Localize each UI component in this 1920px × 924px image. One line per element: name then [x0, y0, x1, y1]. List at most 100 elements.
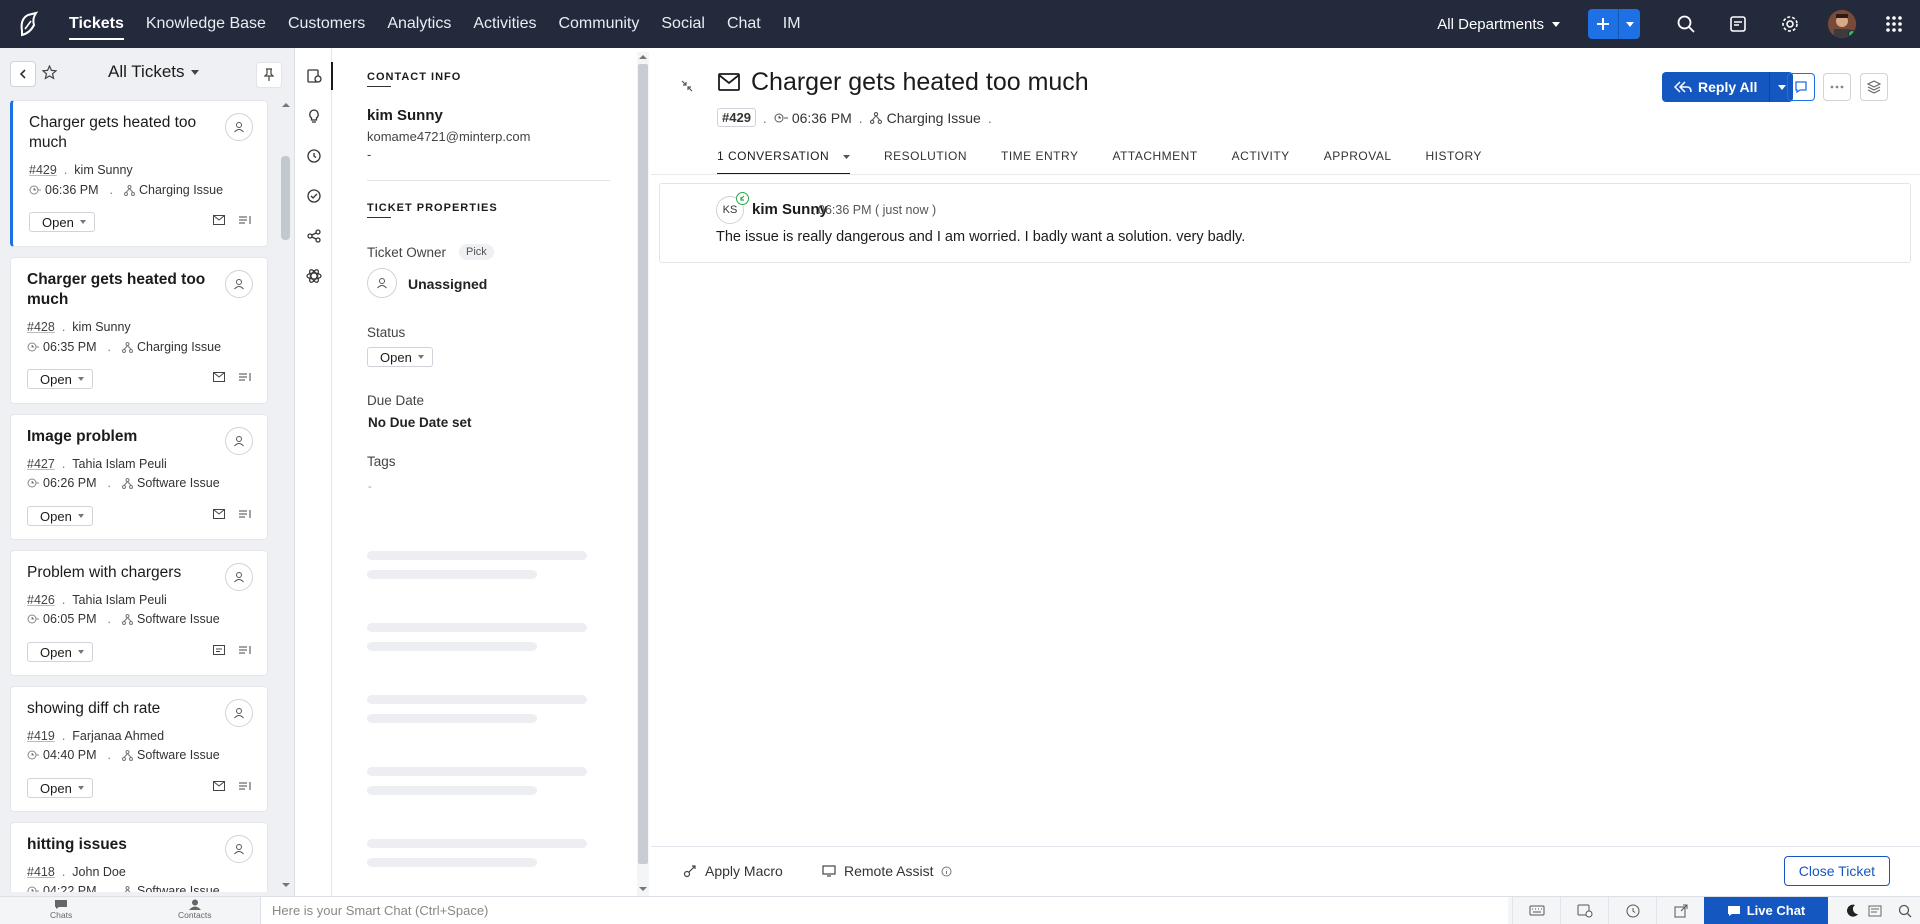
status-dropdown[interactable]: Open	[27, 778, 93, 798]
contact-email[interactable]: komame4721@minterp.com	[367, 129, 530, 144]
ticket-subject[interactable]: hitting issues	[27, 835, 217, 855]
comment-button[interactable]	[1787, 73, 1815, 101]
ticket-properties-header: TICKET PROPERTIES	[367, 202, 498, 214]
status-dropdown[interactable]: Open	[27, 506, 93, 526]
more-actions-button[interactable]	[1823, 73, 1851, 101]
search-shortcut-button[interactable]	[1890, 897, 1920, 924]
thread-author[interactable]: kim Sunny	[752, 201, 828, 218]
ticket-subject[interactable]: Image problem	[27, 427, 217, 447]
settings-button[interactable]	[1764, 0, 1816, 48]
back-button[interactable]	[10, 61, 36, 87]
rail-history[interactable]	[296, 136, 332, 176]
assign-owner-button[interactable]	[225, 113, 253, 141]
ticket-time: 06:36 PM	[791, 109, 852, 126]
nav-tab-community[interactable]: Community	[547, 0, 650, 48]
status-dropdown[interactable]: Open	[27, 642, 93, 662]
ticket-card[interactable]: Charger gets heated too much #429. kim Su…	[10, 100, 268, 247]
ticket-contact[interactable]: Tahia Islam Peuli	[72, 593, 167, 607]
rail-ticket-properties[interactable]	[296, 56, 333, 96]
favorite-view-button[interactable]	[42, 65, 57, 80]
rail-share[interactable]	[296, 216, 332, 256]
status-field-dropdown[interactable]: Open	[367, 347, 433, 367]
apps-grid-button[interactable]	[1868, 0, 1920, 48]
contacts-shortcut[interactable]: Contacts	[178, 899, 212, 920]
ticket-owner-value[interactable]: Unassigned	[408, 276, 487, 292]
assign-owner-button[interactable]	[225, 563, 253, 591]
status-dropdown[interactable]: Open	[29, 212, 95, 232]
ticket-subject[interactable]: showing diff ch rate	[27, 699, 217, 719]
tab-approval[interactable]: APPROVAL	[1307, 149, 1409, 175]
tags-value[interactable]: -	[368, 481, 372, 493]
nav-tab-tickets[interactable]: Tickets	[58, 0, 135, 48]
ticket-subject[interactable]: Charger gets heated too much	[27, 270, 217, 310]
ticket-category[interactable]: Charging Issue	[887, 110, 981, 126]
ticket-contact[interactable]: Tahia Islam Peuli	[72, 457, 167, 471]
assign-owner-button[interactable]	[225, 427, 253, 455]
nav-tab-analytics[interactable]: Analytics	[376, 0, 462, 48]
nav-tab-customers[interactable]: Customers	[277, 0, 376, 48]
remote-assist-button[interactable]: Remote Assist	[822, 863, 952, 879]
ticket-contact[interactable]: kim Sunny	[72, 320, 130, 334]
add-new-dropdown-button[interactable]	[1618, 9, 1640, 39]
assign-owner-button[interactable]	[225, 699, 253, 727]
keyboard-shortcuts-button[interactable]	[1512, 897, 1560, 924]
ticket-title[interactable]: Charger gets heated too much	[751, 68, 1089, 97]
assign-owner-button[interactable]	[225, 835, 253, 863]
ticket-contact[interactable]: John Doe	[72, 865, 126, 879]
search-button[interactable]	[1660, 0, 1712, 48]
pin-panel-button[interactable]	[256, 62, 282, 88]
export-button[interactable]	[1656, 897, 1704, 924]
tab-conversation[interactable]: 1 CONVERSATION	[717, 149, 867, 175]
properties-scrollbar[interactable]	[637, 52, 649, 896]
due-date-value[interactable]: No Due Date set	[368, 415, 472, 430]
pick-owner-button[interactable]: Pick	[459, 244, 494, 260]
app-logo-icon[interactable]	[0, 0, 58, 48]
reply-all-button[interactable]: Reply All	[1662, 72, 1770, 102]
status-dropdown[interactable]: Open	[27, 369, 93, 389]
ticket-card[interactable]: Image problem #427. Tahia Islam Peuli 06:…	[10, 414, 268, 540]
tab-activity[interactable]: ACTIVITY	[1215, 149, 1307, 175]
add-new-button[interactable]	[1588, 9, 1618, 39]
ticket-card[interactable]: showing diff ch rate #419. Farjanaa Ahmed…	[10, 686, 268, 812]
rail-suggestions[interactable]	[296, 96, 332, 136]
ticket-card[interactable]: Problem with chargers #426. Tahia Islam P…	[10, 550, 268, 676]
smart-chat-input[interactable]: Here is your Smart Chat (Ctrl+Space)	[260, 897, 1508, 924]
collapse-panel-button[interactable]	[681, 80, 693, 92]
ticket-contact[interactable]: kim Sunny	[74, 163, 132, 177]
nav-tab-activities[interactable]: Activities	[462, 0, 547, 48]
ticket-list-scrollbar[interactable]	[280, 100, 290, 892]
department-selector[interactable]: All Departments	[1437, 16, 1560, 33]
rail-ai-assist[interactable]	[296, 256, 332, 296]
due-date-label: Due Date	[367, 393, 425, 408]
ticket-subject[interactable]: Problem with chargers	[27, 563, 217, 583]
assign-owner-button[interactable]	[225, 270, 253, 298]
nav-tab-im[interactable]: IM	[772, 0, 812, 48]
nav-tab-chat[interactable]: Chat	[716, 0, 772, 48]
user-avatar-button[interactable]	[1816, 0, 1868, 48]
notes-button[interactable]	[1712, 0, 1764, 48]
close-ticket-button[interactable]: Close Ticket	[1783, 856, 1890, 886]
clock-icon	[774, 113, 788, 122]
timer-button[interactable]	[1608, 897, 1656, 924]
owner-avatar[interactable]	[367, 268, 397, 298]
chats-shortcut[interactable]: Chats	[50, 899, 72, 920]
ticket-card[interactable]: Charger gets heated too much #428. kim Su…	[10, 257, 268, 404]
layers-button[interactable]	[1860, 73, 1888, 101]
tab-attachment[interactable]: ATTACHMENT	[1095, 149, 1214, 175]
tab-resolution[interactable]: RESOLUTION	[867, 149, 984, 175]
ticket-subject[interactable]: Charger gets heated too much	[29, 113, 219, 153]
ticket-contact[interactable]: Farjanaa Ahmed	[72, 729, 164, 743]
nav-tab-knowledge-base[interactable]: Knowledge Base	[135, 0, 277, 48]
tab-history[interactable]: HISTORY	[1409, 149, 1499, 175]
view-selector[interactable]: All Tickets	[108, 62, 199, 82]
ticket-status-button[interactable]	[1560, 897, 1608, 924]
notes-shortcut-button[interactable]	[1860, 897, 1890, 924]
live-chat-button[interactable]: Live Chat	[1704, 897, 1828, 924]
contact-name[interactable]: kim Sunny	[367, 107, 443, 124]
tab-time-entry[interactable]: TIME ENTRY	[984, 149, 1095, 175]
ticket-card[interactable]: hitting issues #418. John Doe 04:22 PM. So…	[10, 822, 268, 892]
nav-tab-social[interactable]: Social	[650, 0, 716, 48]
rail-approvals[interactable]	[296, 176, 332, 216]
conversation-thread[interactable]: KS kim Sunny . 06:36 PM ( just now ) The…	[659, 183, 1911, 263]
apply-macro-button[interactable]: Apply Macro	[683, 863, 783, 879]
